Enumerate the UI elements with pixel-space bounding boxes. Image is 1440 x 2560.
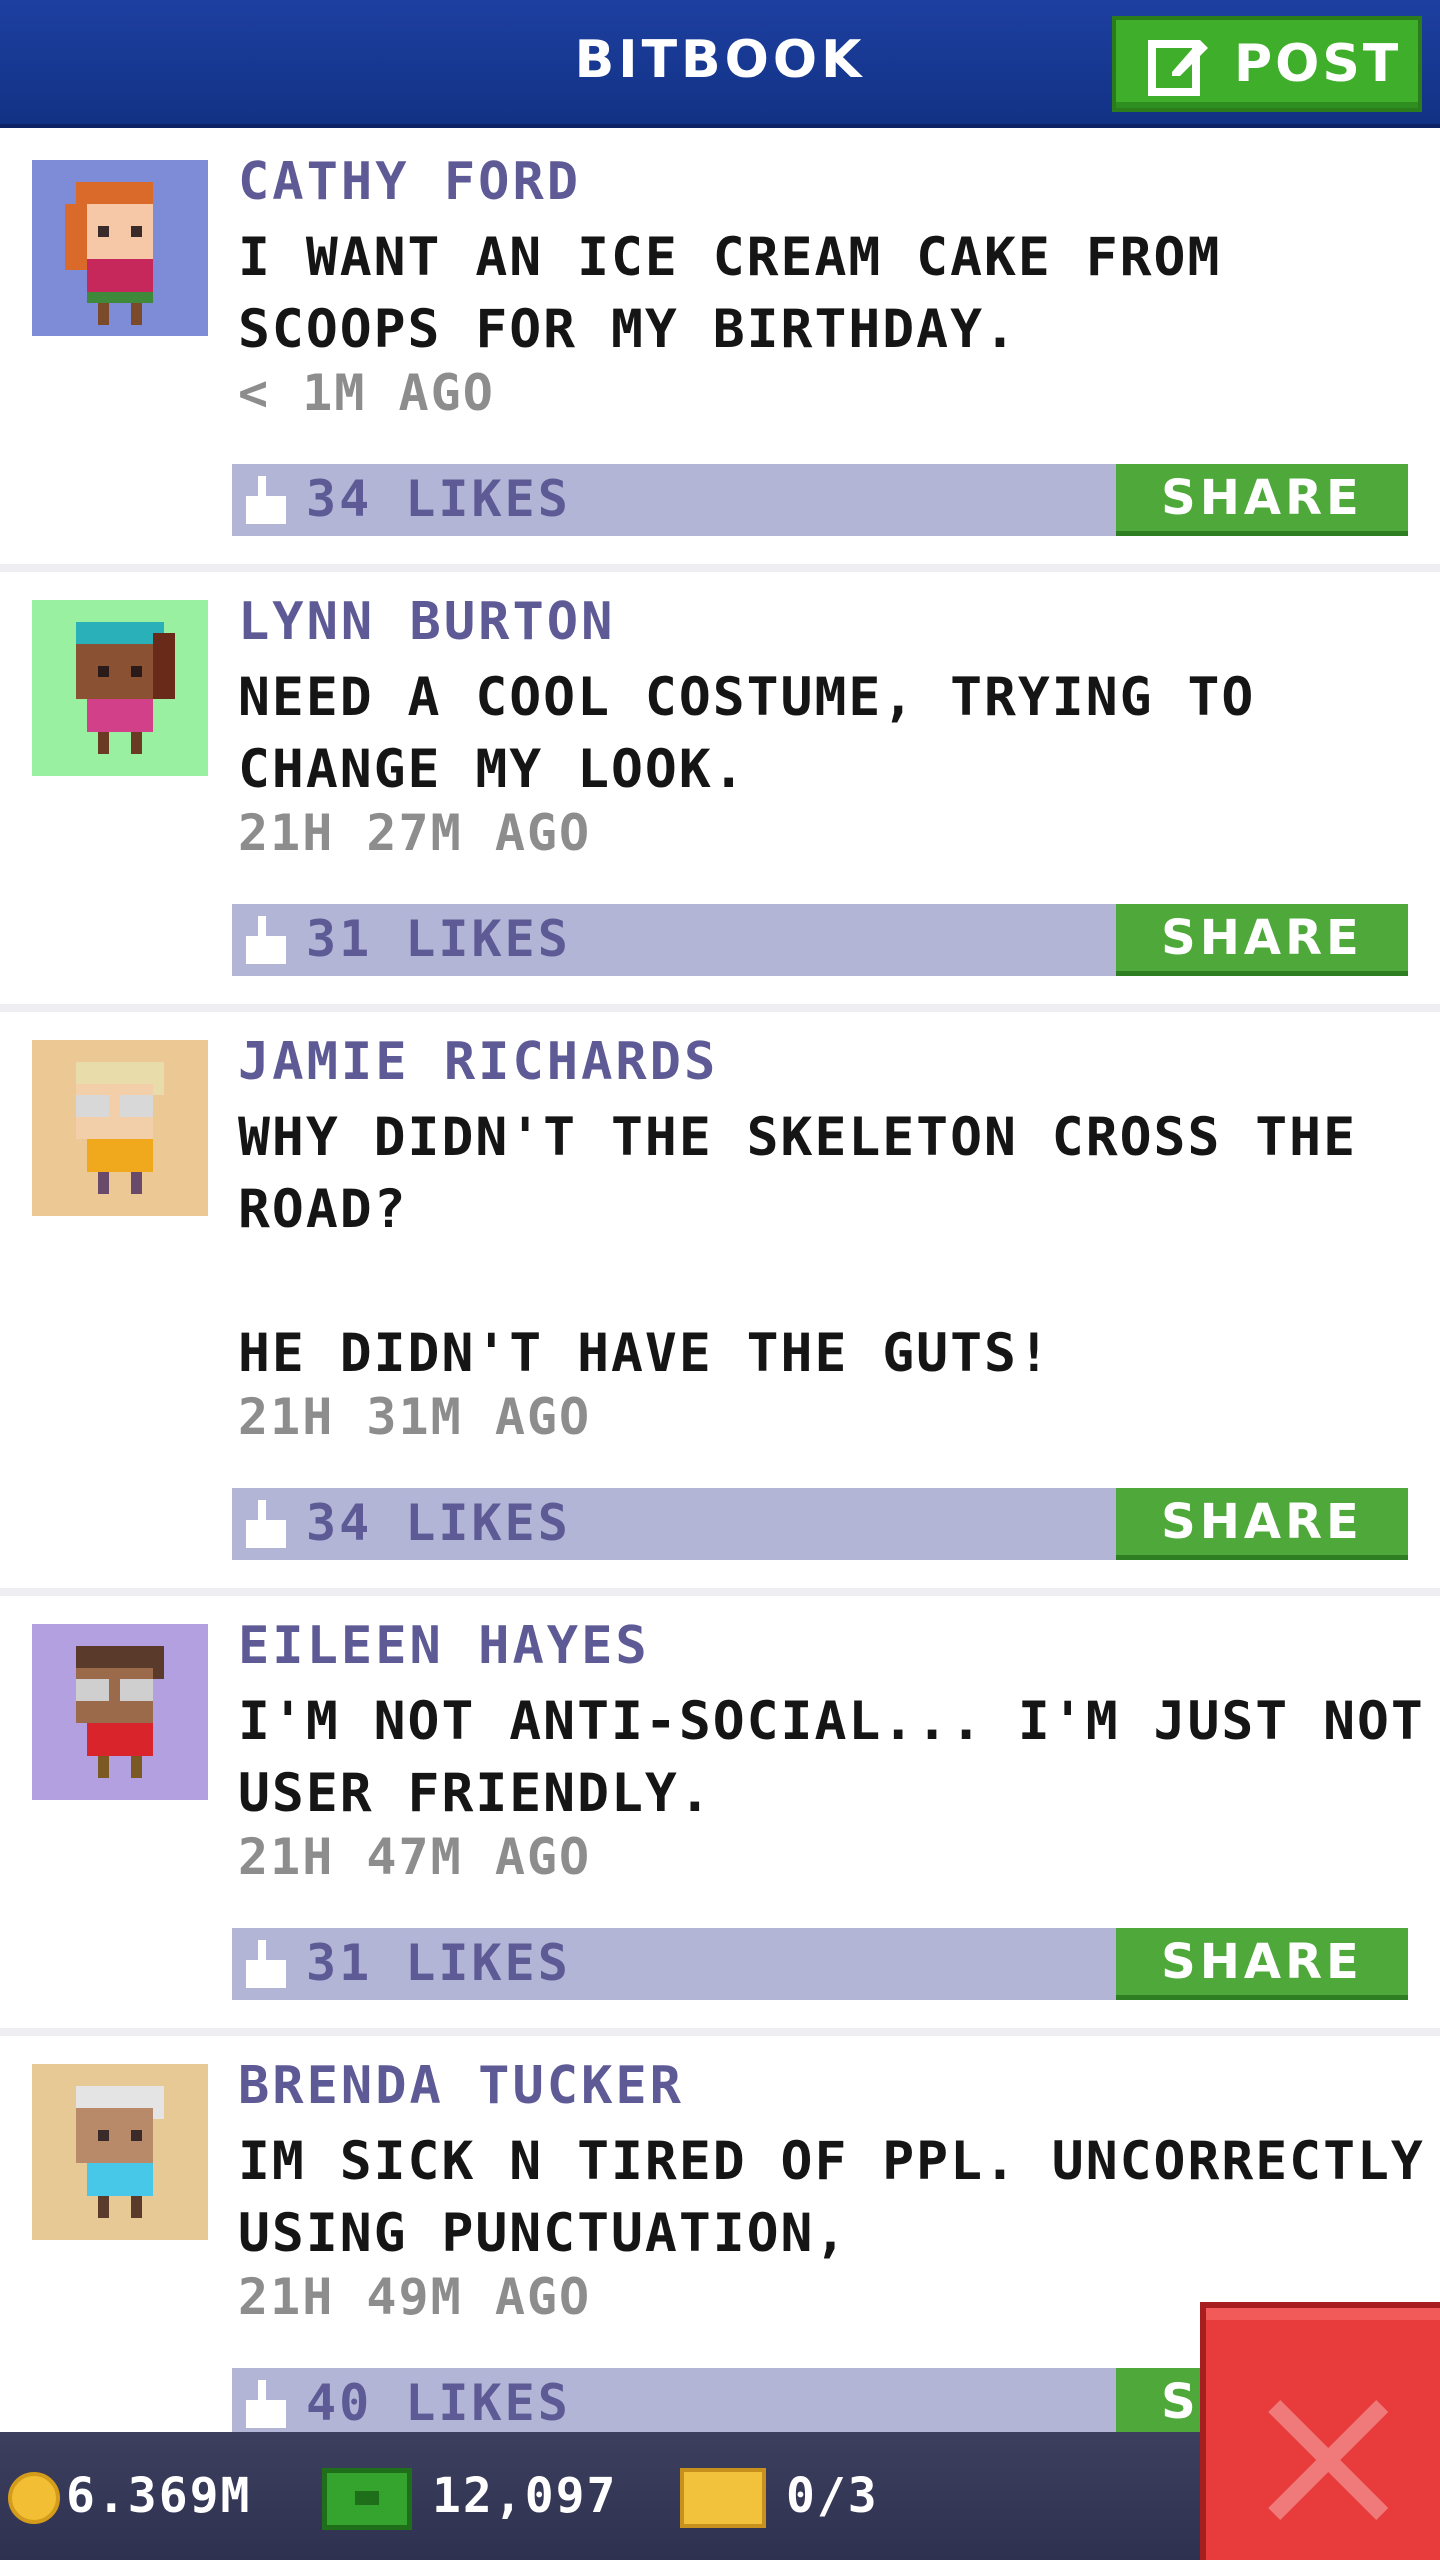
thumb-icon <box>246 916 286 964</box>
avatar <box>32 1624 208 1800</box>
avatar <box>32 600 208 776</box>
share-button[interactable]: SHARE <box>1116 1488 1408 1560</box>
post-time: 21H 49M AGO <box>238 2268 592 2326</box>
likes-count[interactable]: 31 LIKES <box>306 910 571 968</box>
bux-value: 12,097 <box>432 2468 618 2524</box>
likes-count[interactable]: 34 LIKES <box>306 1494 571 1552</box>
coin-icon <box>8 2472 60 2524</box>
share-button[interactable]: SHARE <box>1116 904 1408 976</box>
ticket-icon[interactable] <box>680 2468 766 2528</box>
post-time: 21H 27M AGO <box>238 804 592 862</box>
likes-count[interactable]: 40 LIKES <box>306 2374 571 2432</box>
close-icon <box>1268 2400 1388 2520</box>
coins-value: 6.369M <box>66 2468 252 2524</box>
like-bar: 34 LIKES SHARE <box>232 1488 1408 1560</box>
feed-post: LYNN BURTON NEED A COOL COSTUME, TRYING … <box>0 572 1440 1012</box>
post-author[interactable]: EILEEN HAYES <box>238 1616 650 1676</box>
feed-post: JAMIE RICHARDS WHY DIDN'T THE SKELETON C… <box>0 1012 1440 1596</box>
avatar <box>32 2064 208 2240</box>
share-button[interactable]: SHARE <box>1116 1928 1408 2000</box>
post-button-label: POST <box>1234 34 1402 94</box>
post-text: I'M NOT ANTI-SOCIAL... I'M JUST NOT USER… <box>238 1691 1425 1824</box>
thumb-icon <box>246 476 286 524</box>
tickets-value: 0/3 <box>786 2468 879 2524</box>
post-author[interactable]: BRENDA TUCKER <box>238 2056 684 2116</box>
like-bar: 31 LIKES SHARE <box>232 904 1408 976</box>
post-text: I WANT AN ICE CREAM CAKE FROM SCOOPS FOR… <box>238 227 1222 360</box>
like-bar: 31 LIKES SHARE <box>232 1928 1408 2000</box>
post-text: IM SICK N TIRED OF PPL. UNCORRECTLY USIN… <box>238 2131 1425 2264</box>
app-header: BITBOOK POST <box>0 0 1440 128</box>
feed-post: CATHY FORD I WANT AN ICE CREAM CAKE FROM… <box>0 132 1440 572</box>
share-button[interactable]: SHARE <box>1116 464 1408 536</box>
avatar <box>32 1040 208 1216</box>
thumb-icon <box>246 1500 286 1548</box>
bux-icon[interactable] <box>322 2468 412 2530</box>
edit-icon <box>1148 40 1208 96</box>
post-text: WHY DIDN'T THE SKELETON CROSS THE ROAD? … <box>238 1107 1357 1384</box>
likes-count[interactable]: 31 LIKES <box>306 1934 571 1992</box>
post-author[interactable]: LYNN BURTON <box>238 592 615 652</box>
post-time: 21H 47M AGO <box>238 1828 592 1886</box>
thumb-icon <box>246 2380 286 2428</box>
post-author[interactable]: CATHY FORD <box>238 152 581 212</box>
like-bar: 34 LIKES SHARE <box>232 464 1408 536</box>
close-button[interactable] <box>1200 2302 1440 2560</box>
post-time: 21H 31M AGO <box>238 1388 592 1446</box>
post-text: NEED A COOL COSTUME, TRYING TO CHANGE MY… <box>238 667 1256 800</box>
post-time: < 1M AGO <box>238 364 495 422</box>
post-button[interactable]: POST <box>1112 16 1422 112</box>
avatar <box>32 160 208 336</box>
post-author[interactable]: JAMIE RICHARDS <box>238 1032 718 1092</box>
thumb-icon <box>246 1940 286 1988</box>
feed-post: EILEEN HAYES I'M NOT ANTI-SOCIAL... I'M … <box>0 1596 1440 2036</box>
likes-count[interactable]: 34 LIKES <box>306 470 571 528</box>
